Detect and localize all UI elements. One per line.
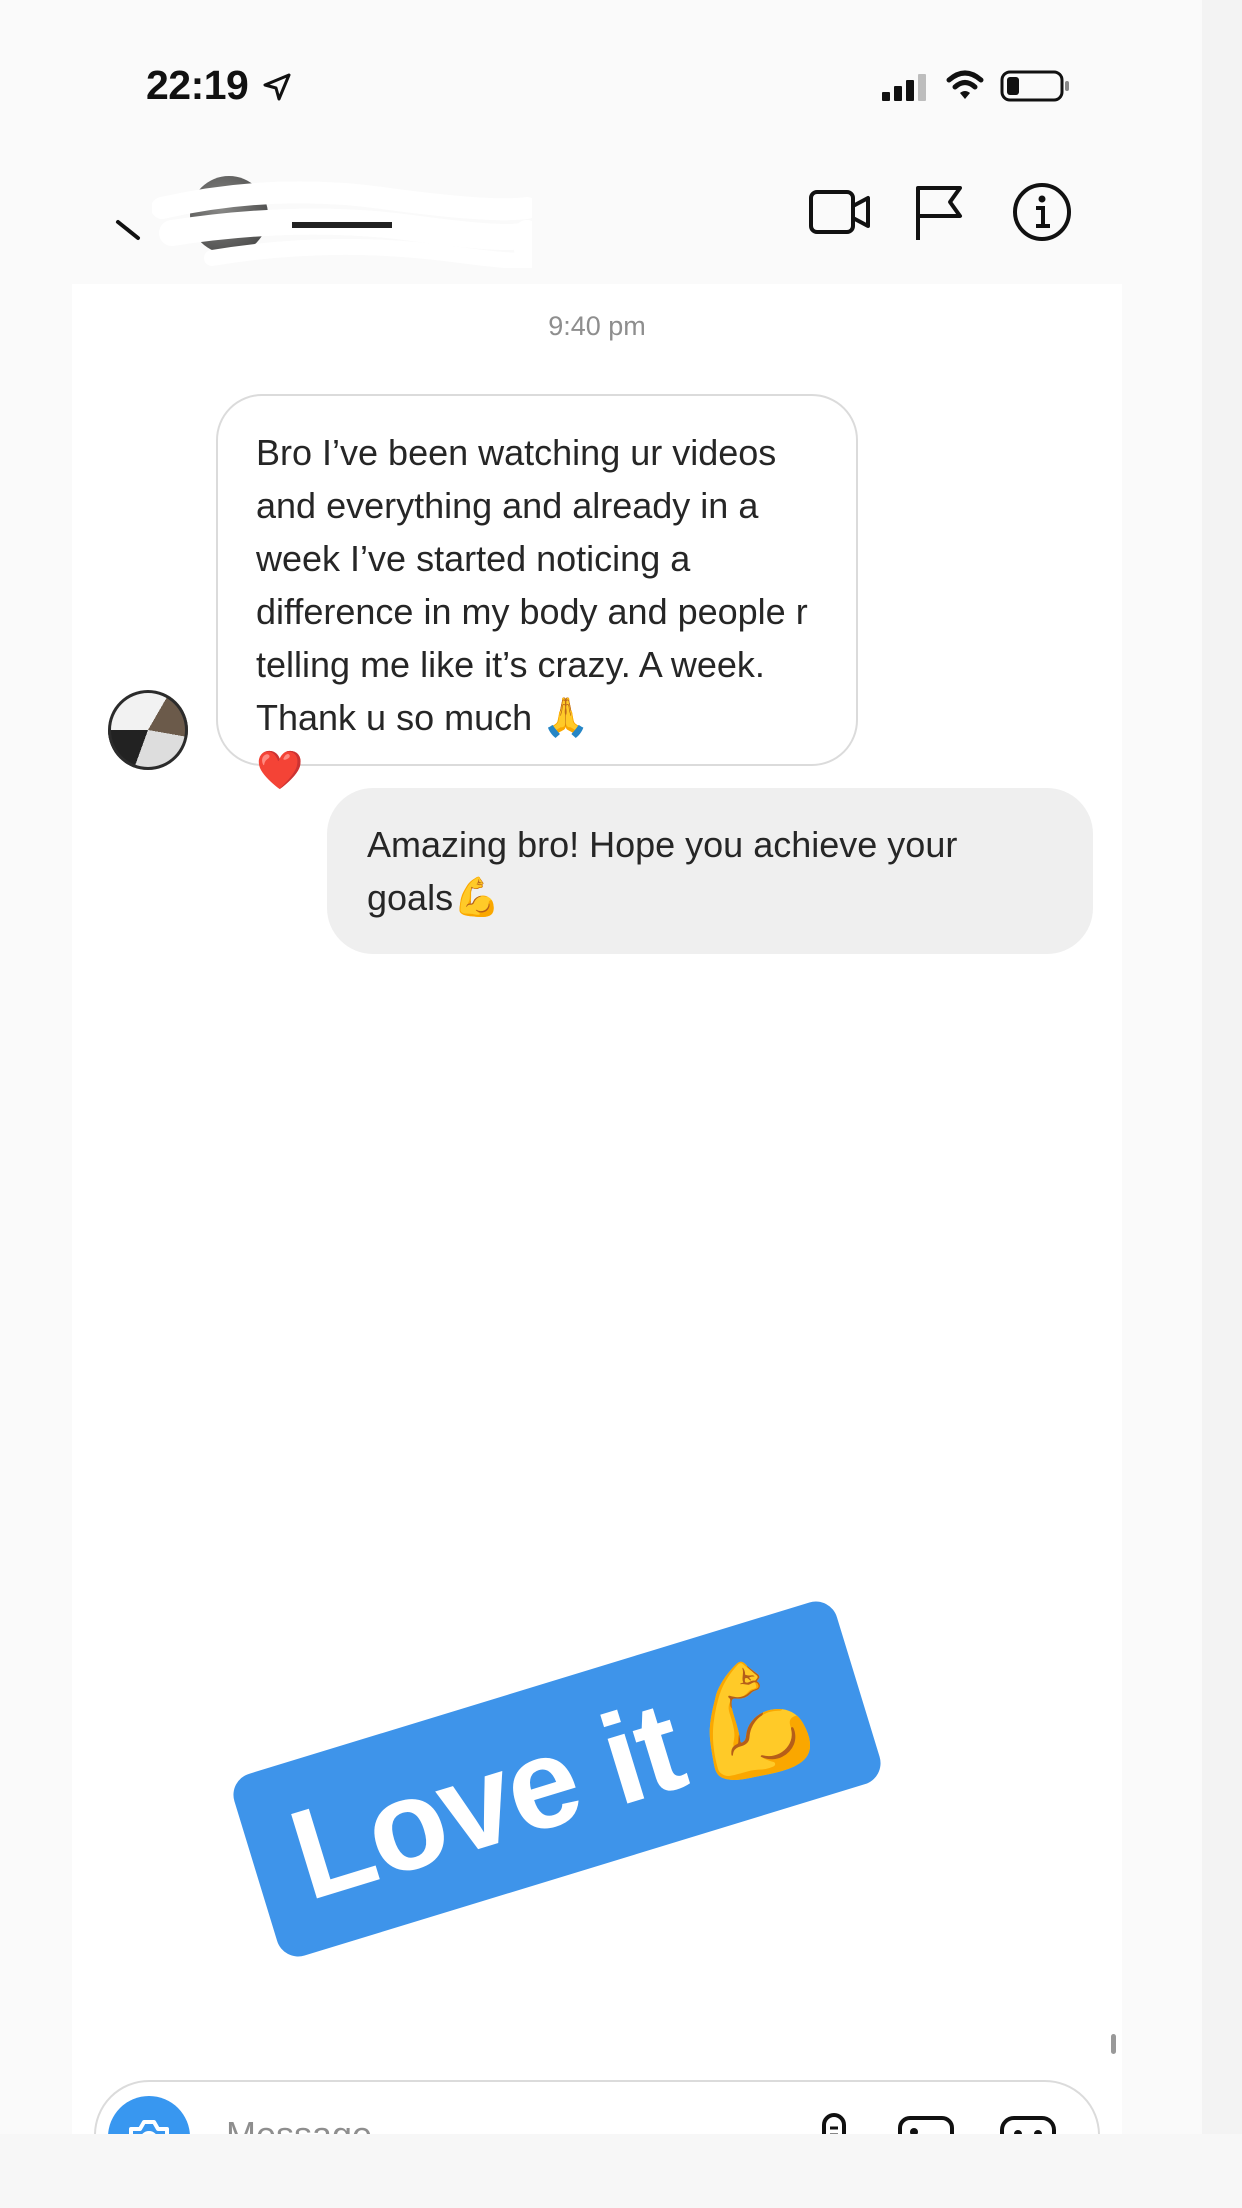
received-message-text: Bro I’ve been watching ur videos and eve… — [256, 426, 818, 797]
flag-icon[interactable] — [912, 184, 966, 242]
sticker-biceps-emoji: 💪 — [667, 1637, 837, 1801]
love-it-sticker[interactable]: Love it 💪 — [227, 1596, 887, 1962]
chat-header — [72, 160, 1122, 286]
sender-avatar[interactable] — [108, 690, 188, 770]
flexed-biceps-emoji: 💪 — [453, 875, 501, 919]
video-call-icon[interactable] — [808, 186, 872, 238]
info-icon[interactable] — [1012, 182, 1072, 242]
message-composer[interactable]: Message — [94, 2080, 1100, 2134]
received-message-body: Bro I’ve been watching ur videos and eve… — [256, 432, 808, 738]
gallery-icon[interactable] — [896, 2114, 956, 2134]
received-message-bubble[interactable]: Bro I’ve been watching ur videos and eve… — [216, 394, 858, 792]
wifi-icon — [946, 70, 984, 99]
camera-icon — [129, 2120, 169, 2134]
message-timestamp: 9:40 pm — [548, 311, 646, 341]
status-time: 22:19 — [146, 62, 249, 108]
message-thread[interactable]: 9:40 pm Bro I’ve been watching ur videos… — [72, 284, 1122, 2134]
dm-screen: 22:19 9:40 pm Bro I’ve been watching ur … — [0, 0, 1242, 2134]
cellular-signal-icon — [882, 74, 926, 101]
camera-button[interactable] — [108, 2096, 190, 2134]
scroll-indicator[interactable] — [1111, 2034, 1116, 2054]
sticker-text: Love it — [275, 1673, 698, 1928]
pray-emoji: 🙏 — [542, 695, 590, 739]
sent-message-text: Amazing bro! Hope you achieve your goals… — [367, 818, 1053, 924]
side-margin — [1202, 0, 1242, 2134]
sticker-icon[interactable] — [998, 2114, 1058, 2134]
heart-emoji: ❤️ — [256, 748, 304, 792]
back-chevron-icon[interactable] — [112, 202, 142, 242]
microphone-icon[interactable] — [816, 2112, 852, 2134]
battery-icon — [1000, 70, 1069, 102]
redaction-scribble — [152, 181, 532, 268]
location-arrow-icon — [263, 73, 291, 101]
bottom-margin — [0, 2134, 1242, 2208]
message-input[interactable]: Message — [226, 2114, 372, 2134]
sent-message-bubble[interactable]: Amazing bro! Hope you achieve your goals… — [327, 788, 1093, 954]
